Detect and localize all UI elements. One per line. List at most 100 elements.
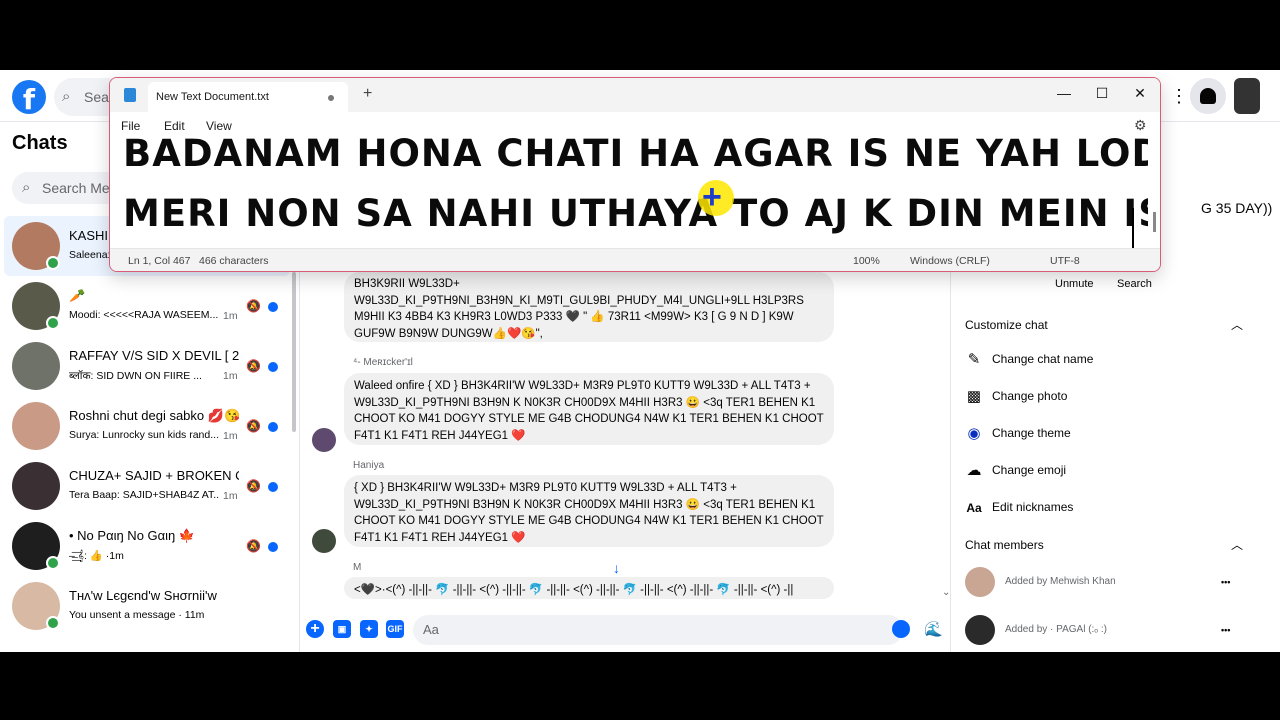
chat-time: 1m <box>223 490 238 502</box>
customize-option-label: Change theme <box>992 426 1071 440</box>
photo-icon: ▩ <box>966 388 982 405</box>
notepad-tab[interactable]: New Text Document.txt <box>148 82 348 112</box>
chat-list-item[interactable]: CHUZA+ SAJID + BROKEN C... Tera Baap: SAJ… <box>4 456 290 516</box>
customize-option-label: Change chat name <box>992 352 1094 366</box>
notepad-statusbar: Ln 1, Col 467 466 characters 100% Window… <box>110 248 1160 271</box>
notepad-app-icon <box>124 88 136 102</box>
chat-list: KASHII Saleena: 🥕 Moodi: <<<<<RAJA WASEEM..… <box>0 216 290 636</box>
customize-option-label: Change photo <box>992 389 1068 403</box>
customize-option[interactable]: ▩ Change photo <box>965 385 1265 409</box>
maximize-icon[interactable]: ☐ <box>1082 81 1122 105</box>
muted-bell-icon: 🔕 <box>246 299 261 313</box>
mouse-crosshair-icon: + <box>702 178 722 216</box>
notifications-button[interactable] <box>1190 78 1226 114</box>
online-status-dot <box>46 256 60 270</box>
chat-members-section[interactable]: Chat members <box>965 538 1044 552</box>
editor-line-2: MERI NON SA NAHI UTHAYA TO AJ K DIN MEIN… <box>123 192 1148 235</box>
chat-name: • No Pαιŋ No Gαιŋ 🍁 <box>69 528 196 543</box>
gif-icon[interactable]: GIF <box>386 620 404 638</box>
chat-list-item[interactable]: • No Pαιŋ No Gαιŋ 🍁 –̶͟͞ 𝄞: 👍 ·1m 🔕 <box>4 516 290 576</box>
unmute-button[interactable]: Unmute <box>1055 278 1094 290</box>
notepad-window: New Text Document.txt + — ☐ ✕ File Edit … <box>109 77 1161 272</box>
unsaved-dot-icon[interactable] <box>328 95 334 101</box>
unread-dot <box>268 422 278 432</box>
message-avatar[interactable] <box>312 529 336 553</box>
unread-dot <box>268 362 278 372</box>
chat-preview: Moodi: <<<<<RAJA WASEEM... <box>69 309 219 321</box>
member-added-by: Added by Mehwish Khan <box>1005 576 1116 587</box>
customize-option[interactable]: Aa Edit nicknames <box>965 496 1265 520</box>
chat-name: Roshni chut degi sabko 💋😘 <box>69 408 239 423</box>
search-in-chat-button[interactable]: Search <box>1117 278 1152 290</box>
chats-title: Chats <box>12 132 68 154</box>
cursor-position: Ln 1, Col 467 <box>128 255 191 267</box>
customize-option[interactable]: ✎ Change chat name <box>965 348 1265 372</box>
chat-name: CHUZA+ SAJID + BROKEN C... <box>69 468 239 483</box>
message-bubble[interactable]: Waleed onfire { XD } BH3K4RII'W W9L33D+ … <box>344 373 834 445</box>
message-bubble[interactable]: BH3K9RII W9L33D+ W9L33D_KI_P9TH9NI_B3H9N… <box>344 272 834 342</box>
message-avatar[interactable] <box>312 428 336 452</box>
chat-preview: Tera Baap: SAJID+SHAB4Z AT... <box>69 489 219 501</box>
chat-list-item[interactable]: 🥕 Moodi: <<<<<RAJA WASEEM... 1m 🔕 <box>4 276 290 336</box>
unread-dot <box>268 302 278 312</box>
member-row[interactable]: Added by · PAGAl (:ₒ :) ••• <box>965 615 1265 649</box>
avatar[interactable] <box>965 615 995 645</box>
chat-preview: ब्लॉक: SID DWN ON FIIRE ... <box>69 370 202 382</box>
customize-option[interactable]: ◉ Change theme <box>965 422 1265 446</box>
avatar <box>12 462 60 510</box>
chat-preview: Surya: Lunrocky sun kids rand... <box>69 429 219 441</box>
customize-option-label: Change emoji <box>992 463 1067 477</box>
chat-list-item[interactable]: Roshni chut degi sabko 💋😘 Surya: Lunrocky… <box>4 396 290 456</box>
facebook-logo[interactable]: f <box>12 80 46 114</box>
zoom-level: 100% <box>853 255 880 267</box>
search-icon: ⌕ <box>22 179 31 196</box>
avatar <box>12 402 60 450</box>
unread-dot <box>268 542 278 552</box>
chevron-up-icon[interactable]: ︿ <box>1231 316 1243 333</box>
online-status-dot <box>46 616 60 630</box>
nickname-icon: Aa <box>966 501 982 515</box>
member-added-by: Added by · PAGAl (:ₒ :) <box>1005 624 1107 635</box>
chat-list-scrollbar[interactable] <box>292 272 296 432</box>
minimize-icon[interactable]: — <box>1044 81 1084 105</box>
more-options-icon[interactable]: ••• <box>1221 577 1230 587</box>
character-count: 466 characters <box>199 255 269 267</box>
message-bubble[interactable]: { XD } BH3K4RII'W W9L33D+ M3R9 PL9T0 KUT… <box>344 475 834 547</box>
avatar[interactable] <box>965 567 995 597</box>
message-bubble[interactable]: <🖤>·<(^) -||-||- 🐬 -||-||- <(^) -||-||- … <box>344 577 834 599</box>
bell-icon <box>1200 88 1216 104</box>
message-composer: + ▣ ✦ GIF Aa 🌊 <box>300 610 950 652</box>
topbar-actions: ⋮ <box>1170 78 1260 114</box>
chat-list-item[interactable]: Tнᴧ'w Lєgєnd'w Sнσrnii'w You unsent a mes… <box>4 576 290 636</box>
chat-name: RAFFAY V/S SID X DEVIL [ 20... <box>69 348 239 363</box>
plus-icon[interactable]: + <box>306 620 324 638</box>
message-sender: Haniya <box>353 460 385 471</box>
profile-avatar[interactable] <box>1234 78 1260 114</box>
sticker-icon[interactable]: ✦ <box>360 620 378 638</box>
customize-option-label: Edit nicknames <box>992 500 1074 514</box>
message-sender: M <box>353 562 362 573</box>
chevron-up-icon[interactable]: ︿ <box>1231 536 1243 553</box>
muted-bell-icon: 🔕 <box>246 539 261 553</box>
emoji-picker-icon[interactable] <box>892 620 910 638</box>
more-options-icon[interactable]: ••• <box>1221 625 1230 635</box>
customize-option[interactable]: ☁ Change emoji <box>965 459 1265 483</box>
close-icon[interactable]: ✕ <box>1120 81 1160 105</box>
customize-chat-section[interactable]: Customize chat <box>965 318 1048 332</box>
menu-grid-icon[interactable]: ⋮ <box>1170 78 1188 114</box>
message-sender: ⁴- Meʀɪcker'ɪl <box>353 357 413 368</box>
notepad-editor[interactable]: BADANAM HONA CHATI HA AGAR IS NE YAH LOD… <box>123 130 1148 248</box>
theme-icon: ◉ <box>967 425 981 442</box>
photo-attach-icon[interactable]: ▣ <box>333 620 351 638</box>
member-row[interactable]: Added by Mehwish Khan ••• <box>965 567 1265 601</box>
chat-name: 🥕 <box>69 288 86 303</box>
chat-list-item[interactable]: RAFFAY V/S SID X DEVIL [ 20... ब्लॉक: SID… <box>4 336 290 396</box>
quick-reaction-icon[interactable]: 🌊 <box>924 620 943 638</box>
jump-to-latest-arrow-icon[interactable]: ↓ <box>613 560 620 576</box>
editor-scrollbar[interactable] <box>1153 212 1156 232</box>
new-tab-plus-icon[interactable]: + <box>363 85 372 103</box>
editor-line-1: BADANAM HONA CHATI HA AGAR IS NE YAH LOD… <box>123 132 1148 175</box>
chat-time: 1m <box>223 310 238 322</box>
message-input[interactable]: Aa <box>413 615 903 645</box>
chat-name: Tнᴧ'w Lєgєnd'w Sнσrnii'w <box>69 588 217 603</box>
